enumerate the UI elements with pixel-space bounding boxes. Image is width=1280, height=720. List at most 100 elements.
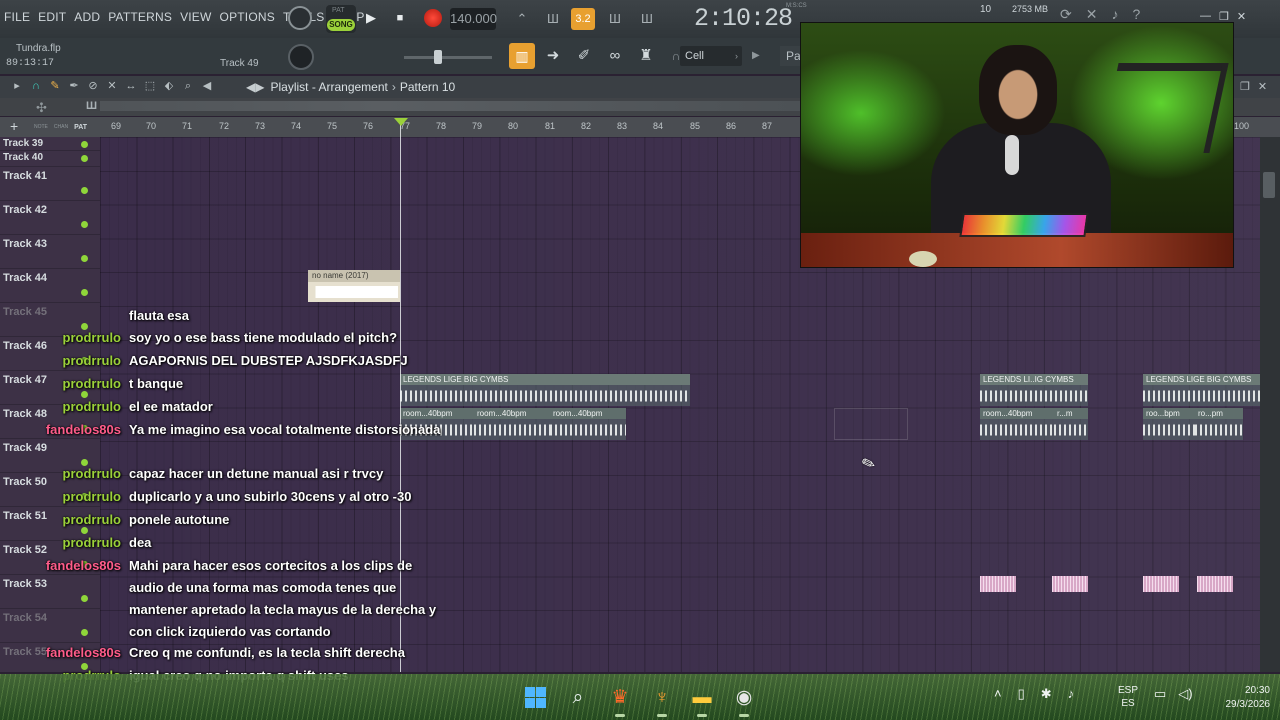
brave-browser-icon[interactable]: ♛ (608, 686, 632, 710)
master-volume-knob[interactable] (288, 6, 312, 30)
loop-record-icon[interactable]: Ш (635, 8, 659, 30)
track-header[interactable]: Track 41 (0, 167, 100, 201)
add-track-icon[interactable]: + (10, 118, 18, 134)
menu-patterns[interactable]: PATTERNS (108, 10, 172, 24)
menu-edit[interactable]: EDIT (38, 10, 66, 24)
track-enable-led[interactable] (81, 289, 88, 296)
record-button[interactable] (424, 9, 442, 27)
step-edit-icon[interactable]: Ш (603, 8, 627, 30)
audio-clip-room-7[interactable]: ro...pm (1195, 408, 1243, 440)
obs-icon[interactable]: ◉ (732, 686, 756, 710)
stop-button[interactable]: ■ (391, 9, 409, 27)
filter-note[interactable]: NOTE (34, 124, 48, 131)
track-enable-led[interactable] (81, 221, 88, 228)
paint-icon[interactable]: ✒ (67, 79, 81, 93)
pattern-prev-icon[interactable]: ▶ (752, 46, 766, 66)
menu-add[interactable]: ADD (74, 10, 100, 24)
track-header[interactable]: Track 44 (0, 269, 100, 303)
track-header[interactable]: Track 54 (0, 609, 100, 643)
menu-options[interactable]: OPTIONS (220, 10, 275, 24)
close-icon[interactable]: ✕ (1237, 10, 1246, 23)
snap-32-button[interactable]: 3.2 (571, 8, 595, 30)
mic-icon[interactable]: ♪ (1068, 686, 1075, 702)
refresh-icon[interactable]: ⟳ (1060, 6, 1072, 23)
slice-icon[interactable]: ⬖ (162, 79, 176, 93)
audio-clip-chop[interactable] (1197, 576, 1233, 592)
restore-icon[interactable]: ❐ (1240, 80, 1250, 93)
track-header[interactable]: Track 40 (0, 151, 100, 167)
filter-chan[interactable]: CHAN (54, 124, 68, 131)
audio-clip-room-6[interactable]: roo...bpm (1143, 408, 1195, 440)
playhead-marker[interactable] (394, 118, 408, 126)
pencil-icon[interactable]: ✎ (48, 79, 62, 93)
search-icon[interactable]: ⌕ (566, 686, 590, 710)
track-header[interactable]: Track 43 (0, 235, 100, 269)
snap-select[interactable]: Cell › (680, 46, 742, 66)
track-enable-led[interactable] (81, 141, 88, 148)
language-indicator[interactable]: ESP ES (1118, 684, 1138, 710)
audio-clip-chop[interactable] (1052, 576, 1088, 592)
master-volume-slider[interactable] (404, 56, 492, 59)
pat-song-toggle[interactable]: PAT SONG (326, 5, 356, 33)
track-header[interactable]: Track 39 (0, 137, 100, 151)
vertical-scrollbar[interactable] (1260, 137, 1280, 672)
stamp-icon[interactable]: ♜ (634, 45, 658, 67)
help-icon[interactable]: ? (1132, 6, 1140, 23)
close-icon[interactable]: ✕ (1258, 80, 1267, 93)
song-position-display[interactable]: 2:10:28 (694, 4, 793, 34)
arrow-icon[interactable]: ➜ (541, 45, 565, 67)
slider-handle[interactable] (434, 50, 442, 64)
add-icon[interactable]: ✣ (36, 100, 47, 116)
chevron-up-icon[interactable]: ˄ (994, 686, 1002, 702)
scrollbar-thumb[interactable] (1263, 172, 1275, 198)
arrow-left-right-icon[interactable]: ◀▶ (246, 80, 264, 94)
wait-for-input-icon[interactable]: Ш (541, 8, 565, 30)
audio-clip-room-5[interactable]: r...m (1054, 408, 1088, 440)
audio-clip-noname[interactable]: no name (2017) (308, 270, 400, 302)
plugin-icon[interactable]: ✕ (1086, 6, 1098, 23)
metronome-icon[interactable]: ⌃ (510, 8, 534, 30)
audio-clip-chop[interactable] (1143, 576, 1179, 592)
audio-clip-chop[interactable] (980, 576, 1016, 592)
menu-arrow-icon[interactable]: ▸ (10, 79, 24, 93)
taskbar-clock[interactable]: 20:30 29/3/2026 (1212, 684, 1271, 712)
volume-icon[interactable]: ◁) (1178, 686, 1192, 702)
master-pitch-knob[interactable] (288, 44, 314, 70)
piano-roll-icon[interactable]: ▥ (509, 43, 535, 69)
track-header[interactable]: Track 42 (0, 201, 100, 235)
audio-clip-room-3[interactable]: room...40bpm (550, 408, 626, 440)
menu-file[interactable]: FILE (4, 10, 30, 24)
audio-clip-room-2[interactable]: room...40bpm (474, 408, 550, 440)
usb-icon[interactable]: ▯ (1018, 686, 1025, 702)
track-header[interactable]: Track 53 (0, 575, 100, 609)
playback-icon[interactable]: ◀ (200, 79, 214, 93)
select-icon[interactable]: ⬚ (143, 79, 157, 93)
track-enable-led[interactable] (81, 629, 88, 636)
delete-icon[interactable]: ⊘ (86, 79, 100, 93)
mute-icon[interactable]: ✕ (105, 79, 119, 93)
brush-icon[interactable]: ✐ (572, 45, 596, 67)
track-enable-led[interactable] (81, 187, 88, 194)
audio-clip-cymbs-2[interactable]: LEGENDS LI..IG CYMBS (980, 374, 1088, 406)
zoom-icon[interactable]: ⌕ (181, 79, 195, 93)
wave-icon[interactable]: Ш (86, 100, 97, 112)
play-button[interactable]: ▶ (362, 9, 380, 27)
link-icon[interactable]: ∞ (603, 45, 627, 67)
mic-icon[interactable]: ♪ (1111, 6, 1118, 23)
overview-scrollbar[interactable] (100, 101, 800, 111)
track-enable-led[interactable] (81, 255, 88, 262)
bluetooth-icon[interactable]: ✱ (1041, 686, 1052, 702)
tempo-display[interactable]: 140.000 (450, 8, 497, 30)
audio-clip-cymbs-3[interactable]: LEGENDS LIGE BIG CYMBS (1143, 374, 1260, 406)
magnet-icon[interactable]: ∩ (29, 79, 43, 93)
start-button[interactable] (524, 686, 548, 710)
network-icon[interactable]: ▭ (1154, 686, 1166, 702)
slip-icon[interactable]: ↔ (124, 79, 138, 93)
fl-studio-icon[interactable]: ♆ (650, 686, 674, 710)
file-explorer-icon[interactable]: ▬ (690, 686, 714, 710)
filter-pat[interactable]: PAT (74, 124, 87, 131)
track-enable-led[interactable] (81, 155, 88, 162)
track-enable-led[interactable] (81, 595, 88, 602)
playlist-pattern[interactable]: Pattern 10 (400, 80, 455, 94)
audio-clip-room-4[interactable]: room...40bpm (980, 408, 1054, 440)
